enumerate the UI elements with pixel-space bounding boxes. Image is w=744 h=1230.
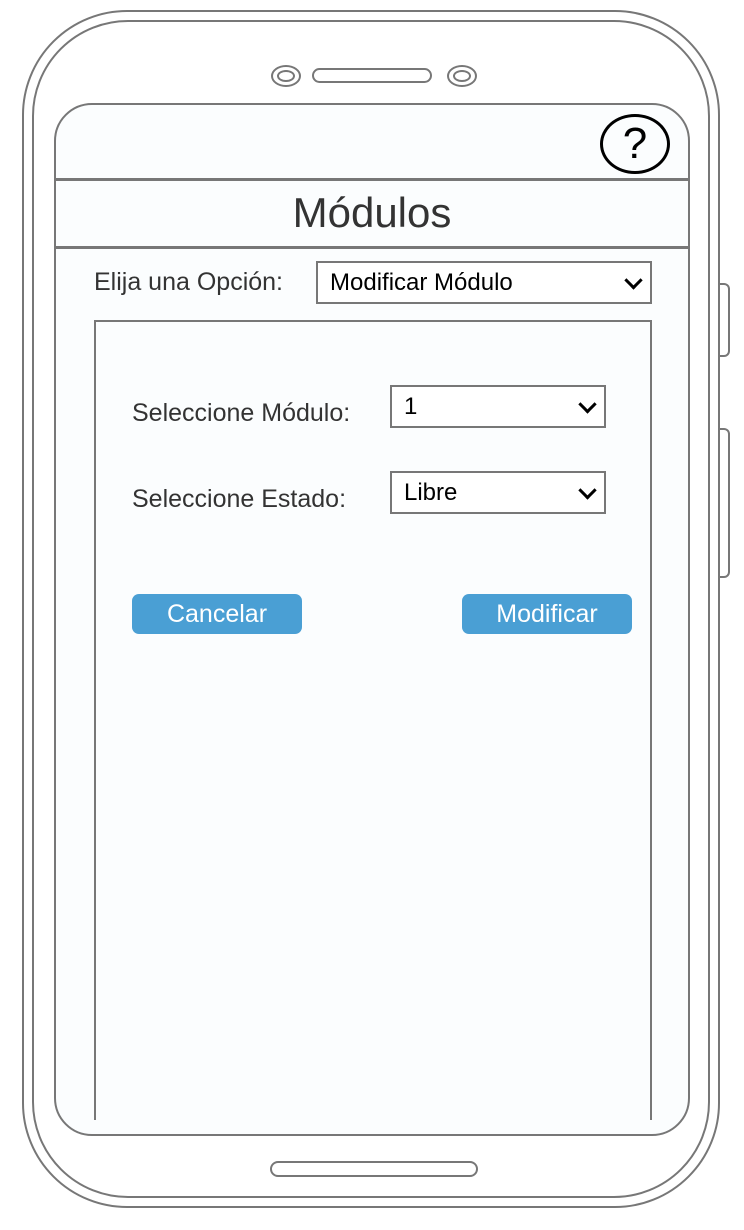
camera-icon — [271, 65, 301, 87]
estado-label: Seleccione Estado: — [132, 485, 347, 513]
header-divider-top — [55, 178, 689, 181]
chevron-down-icon — [578, 480, 597, 500]
modulo-select[interactable]: 1 — [390, 385, 606, 428]
speaker-grille — [312, 68, 432, 83]
chevron-down-icon — [578, 394, 597, 414]
chevron-down-icon — [624, 270, 643, 290]
help-icon[interactable]: ? — [600, 114, 670, 174]
page-title: Módulos — [292, 189, 452, 236]
modulo-select-value: 1 — [404, 393, 418, 420]
option-label: Elija una Opción: — [94, 268, 284, 296]
option-select[interactable]: Modificar Módulo — [316, 261, 652, 304]
modulo-label: Seleccione Módulo: — [132, 399, 351, 427]
volume-button — [720, 283, 730, 357]
power-button — [720, 428, 730, 578]
help-glyph: ? — [622, 119, 648, 168]
estado-select[interactable]: Libre — [390, 471, 606, 514]
cancel-button[interactable]: Cancelar — [132, 594, 302, 634]
home-button — [270, 1161, 478, 1177]
modify-button[interactable]: Modificar — [462, 594, 632, 634]
option-select-value: Modificar Módulo — [330, 269, 513, 296]
estado-select-value: Libre — [404, 479, 458, 506]
header-divider-bottom — [55, 246, 689, 249]
sensor-icon — [447, 65, 477, 87]
form-panel — [94, 320, 652, 1120]
